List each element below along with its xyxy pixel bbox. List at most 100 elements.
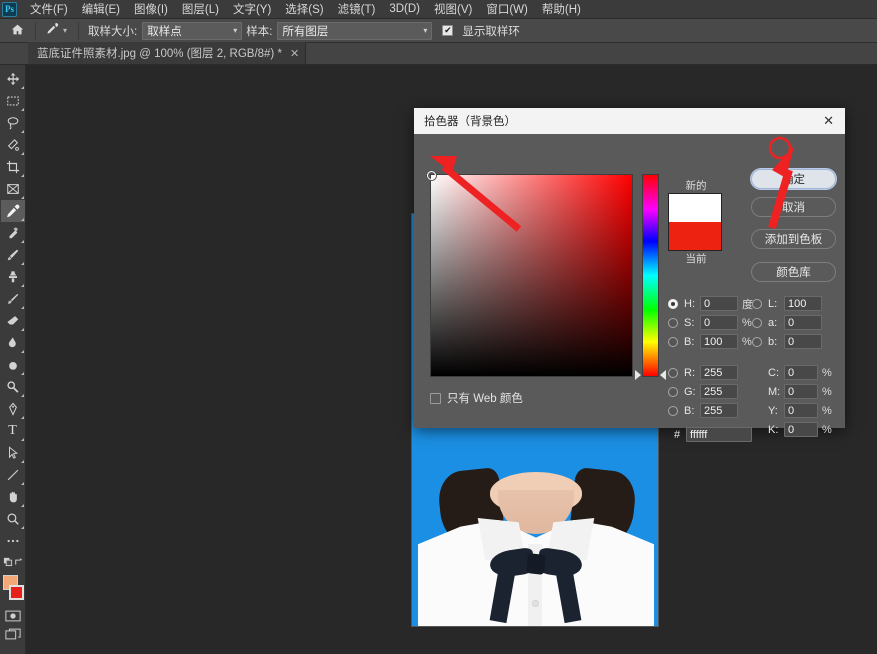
- hue-slider-handle-left[interactable]: [635, 370, 641, 380]
- blue-input[interactable]: 255: [700, 403, 738, 418]
- sample-size-select[interactable]: 取样点 ▾: [142, 21, 243, 40]
- black-input[interactable]: 0: [784, 422, 818, 437]
- gradient-tool[interactable]: [1, 332, 25, 354]
- menu-layer[interactable]: 图层(L): [175, 0, 226, 19]
- cyan-field-row[interactable]: C: 0 %: [752, 363, 862, 382]
- lab-a-input[interactable]: 0: [784, 315, 822, 330]
- screen-mode-icon[interactable]: [1, 625, 25, 643]
- close-icon[interactable]: ✕: [290, 47, 299, 60]
- line-tool[interactable]: [1, 464, 25, 486]
- blur-tool[interactable]: [1, 354, 25, 376]
- pen-tool[interactable]: [1, 398, 25, 420]
- menu-3d[interactable]: 3D(D): [382, 1, 427, 17]
- brightness-input[interactable]: 100: [700, 334, 738, 349]
- document-tab-title: 蓝底证件照素材.jpg @ 100% (图层 2, RGB/8#) *: [37, 48, 282, 60]
- move-tool[interactable]: [1, 68, 25, 90]
- web-colors-only-label: 只有 Web 颜色: [447, 393, 523, 405]
- brightness-radio[interactable]: [668, 336, 678, 347]
- default-colors-and-swap-icon[interactable]: [1, 552, 25, 570]
- add-to-swatches-button[interactable]: 添加到色板: [751, 229, 836, 249]
- menu-select[interactable]: 选择(S): [278, 0, 330, 19]
- color-libraries-button[interactable]: 颜色库: [751, 262, 836, 282]
- quick-mask-icon[interactable]: [1, 607, 25, 625]
- history-brush-tool[interactable]: [1, 288, 25, 310]
- spot-healing-brush-tool[interactable]: [1, 222, 25, 244]
- green-radio[interactable]: [668, 386, 678, 397]
- hex-row[interactable]: # ffffff: [668, 427, 752, 442]
- magenta-input[interactable]: 0: [784, 384, 818, 399]
- close-icon[interactable]: ✕: [820, 113, 837, 129]
- menu-type[interactable]: 文字(Y): [226, 0, 278, 19]
- eyedropper-tool[interactable]: [0, 200, 25, 222]
- edit-toolbar-button[interactable]: [1, 530, 25, 552]
- lab-a-radio[interactable]: [752, 317, 762, 328]
- show-sampling-ring-checkbox[interactable]: ✔: [442, 25, 454, 36]
- background-color-swatch[interactable]: [8, 585, 24, 600]
- show-sampling-ring-label: 显示取样环: [462, 25, 520, 38]
- saturation-input[interactable]: 0: [700, 315, 738, 330]
- sample-label: 样本:: [246, 25, 273, 38]
- green-input[interactable]: 255: [700, 384, 738, 399]
- clone-stamp-tool[interactable]: [1, 266, 25, 288]
- red-input[interactable]: 255: [700, 365, 738, 380]
- lightness-radio[interactable]: [752, 298, 762, 309]
- lightness-input[interactable]: 100: [784, 296, 822, 311]
- cyan-input[interactable]: 0: [784, 365, 818, 380]
- menu-view[interactable]: 视图(V): [427, 0, 479, 19]
- yellow-field-row[interactable]: Y: 0 %: [752, 401, 862, 420]
- rectangular-marquee-tool[interactable]: [1, 90, 25, 112]
- menu-file[interactable]: 文件(F): [23, 0, 75, 19]
- hue-radio[interactable]: [668, 298, 678, 309]
- menu-window[interactable]: 窗口(W): [479, 0, 535, 19]
- document-tab[interactable]: 蓝底证件照素材.jpg @ 100% (图层 2, RGB/8#) * ✕: [28, 42, 307, 64]
- saturation-value-field[interactable]: [427, 171, 633, 377]
- menu-edit[interactable]: 编辑(E): [75, 0, 127, 19]
- path-selection-tool[interactable]: [1, 442, 25, 464]
- color-preview: 新的 当前: [668, 178, 724, 266]
- saturation-radio[interactable]: [668, 317, 678, 328]
- eyedropper-icon[interactable]: [41, 22, 63, 39]
- frame-tool[interactable]: [1, 178, 25, 200]
- chevron-down-icon-2: ▾: [423, 26, 428, 35]
- crop-tool[interactable]: [1, 156, 25, 178]
- lab-b-input[interactable]: 0: [784, 334, 822, 349]
- home-icon[interactable]: [4, 23, 30, 39]
- lab-b-field-row[interactable]: b: 0: [752, 332, 862, 351]
- quick-selection-tool[interactable]: [1, 134, 25, 156]
- ok-button[interactable]: 确定: [751, 169, 836, 189]
- hue-input[interactable]: 0: [700, 296, 738, 311]
- lightness-field-row[interactable]: L: 100: [752, 294, 862, 313]
- type-tool[interactable]: T: [1, 420, 25, 442]
- dodge-tool[interactable]: [1, 376, 25, 398]
- web-colors-only-row[interactable]: 只有 Web 颜色: [430, 390, 523, 406]
- tool-preset-chevron-down-icon[interactable]: ▾: [63, 26, 67, 35]
- cancel-button[interactable]: 取消: [751, 197, 836, 217]
- hand-tool[interactable]: [1, 486, 25, 508]
- hue-slider-handle-right[interactable]: [660, 370, 666, 380]
- lasso-tool[interactable]: [1, 112, 25, 134]
- black-field-row[interactable]: K: 0 %: [752, 420, 862, 439]
- lab-b-radio[interactable]: [752, 336, 762, 347]
- web-colors-only-checkbox[interactable]: [430, 392, 441, 404]
- hue-slider[interactable]: [642, 174, 659, 377]
- blue-radio[interactable]: [668, 405, 678, 416]
- menu-filter[interactable]: 滤镜(T): [331, 0, 383, 19]
- brush-tool[interactable]: [1, 244, 25, 266]
- options-bar: ▾ 取样大小: 取样点 ▾ 样本: 所有图层 ▾ ✔ 显示取样环: [0, 19, 877, 43]
- saturation-unit: %: [742, 316, 752, 329]
- current-color-swatch[interactable]: [668, 222, 722, 251]
- color-swatches[interactable]: [0, 573, 26, 607]
- eraser-tool[interactable]: [1, 310, 25, 332]
- lab-a-field-row[interactable]: a: 0: [752, 313, 862, 332]
- color-picker-ring[interactable]: [427, 171, 436, 180]
- yellow-input[interactable]: 0: [784, 403, 818, 418]
- lab-b-label: b:: [768, 335, 778, 348]
- hex-input[interactable]: ffffff: [686, 427, 752, 442]
- magenta-field-row[interactable]: M: 0 %: [752, 382, 862, 401]
- menu-help[interactable]: 帮助(H): [535, 0, 588, 19]
- color-picker-dialog[interactable]: 拾色器（背景色） ✕ 新的 当前 确定 取消 添加到色板 颜色库 H: 0 度 …: [414, 108, 845, 442]
- sample-select[interactable]: 所有图层 ▾: [277, 21, 433, 40]
- menu-image[interactable]: 图像(I): [127, 0, 175, 19]
- red-radio[interactable]: [668, 367, 678, 378]
- zoom-tool[interactable]: [1, 508, 25, 530]
